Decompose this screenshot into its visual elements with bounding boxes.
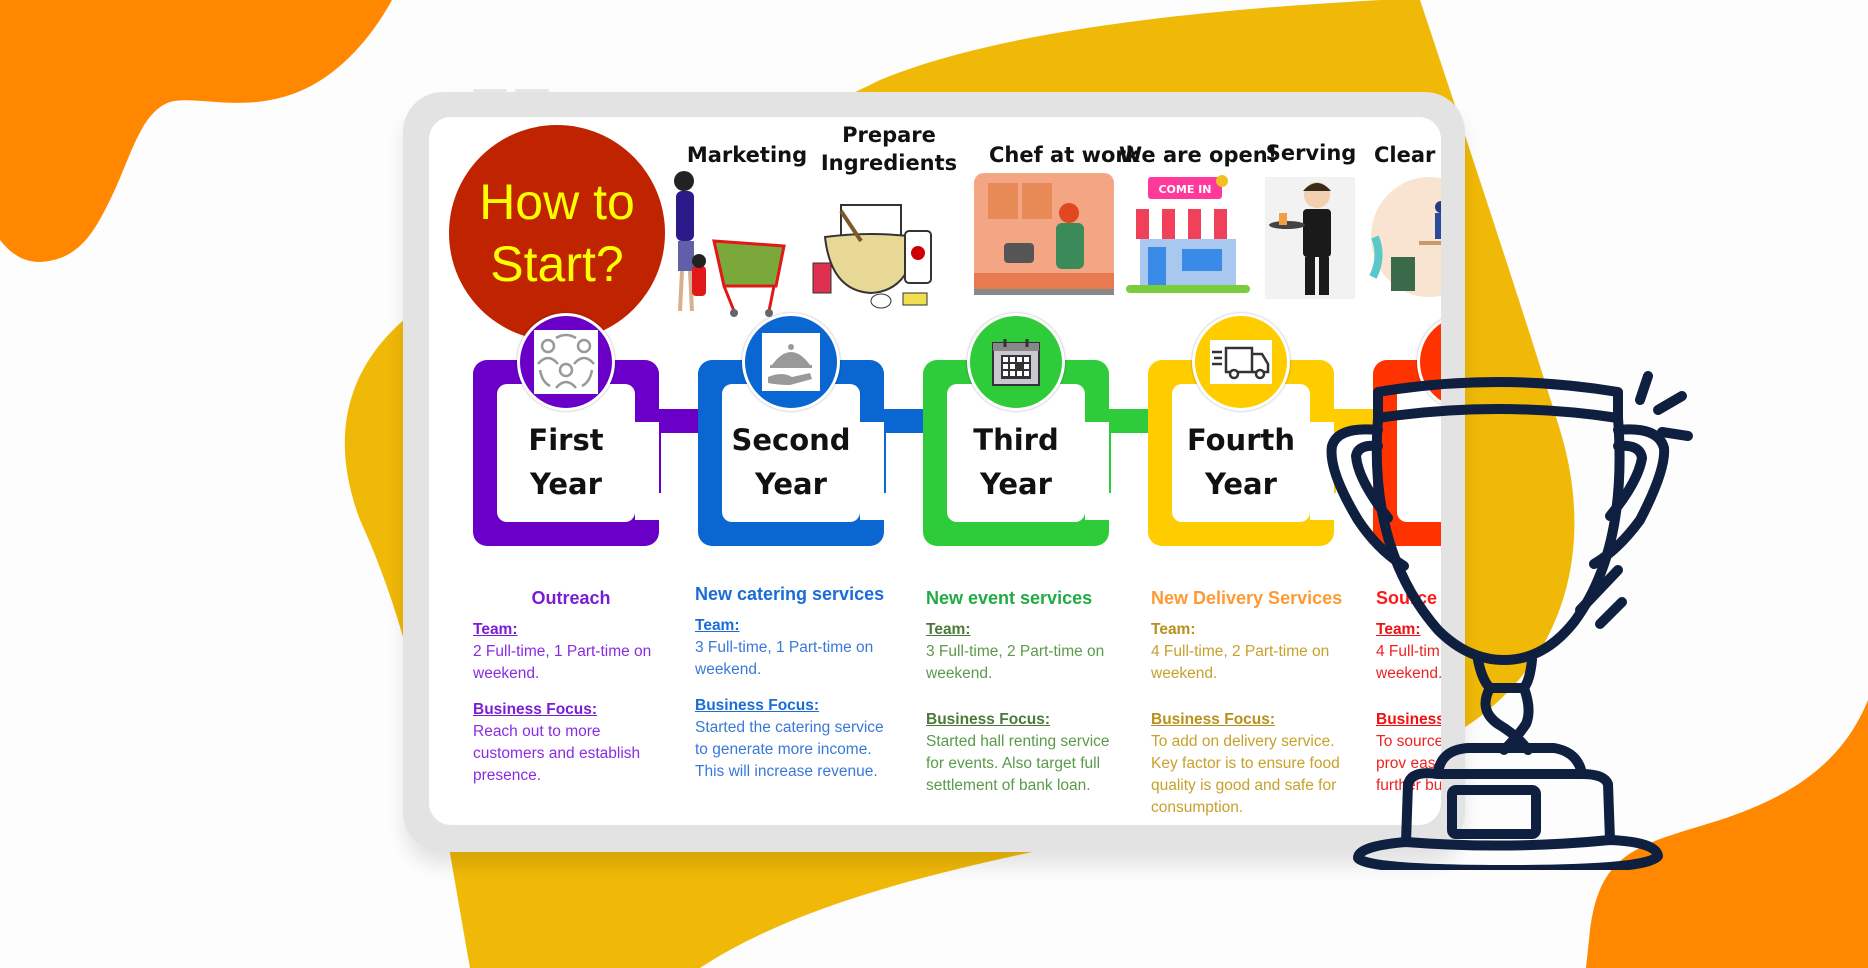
- team-meeting-icon: [517, 313, 615, 411]
- team-text: 2 Full-time, 1 Part-time on weekend.: [473, 643, 652, 682]
- tablet-screen: How to Start? Marketing Prepare Ingredie…: [429, 117, 1441, 825]
- year-details-third: New event services Team: 3 Full-time, 2 …: [926, 587, 1126, 811]
- orange-blob-top-left: [0, 0, 392, 262]
- year-heading: New catering services: [695, 584, 885, 604]
- year-title: First Year: [528, 423, 604, 501]
- team-text: 3 Full-time, 1 Part-time on weekend.: [695, 639, 874, 678]
- delivery-truck-icon: [1192, 313, 1290, 411]
- focus-text: Reach out to more customers and establis…: [473, 723, 641, 784]
- year-details-second: New catering services Team: 3 Full-time,…: [695, 583, 895, 797]
- tablet-frame: How to Start? Marketing Prepare Ingredie…: [403, 89, 1465, 852]
- team-text: 3 Full-time, 2 Part-time on weekend.: [926, 643, 1105, 682]
- serving-cloche-icon: [742, 313, 840, 411]
- year-title: Second Year: [731, 423, 851, 501]
- focus-text: Started the catering service to generate…: [695, 719, 884, 780]
- calendar-icon: [967, 313, 1065, 411]
- trophy-outline-icon: [1326, 371, 1693, 870]
- year-title: Fourth Year: [1186, 423, 1295, 501]
- tablet-button: [473, 89, 507, 92]
- team-label: Team:: [926, 621, 971, 638]
- year-heading: New event services: [926, 588, 1093, 608]
- focus-label: Business Focus:: [695, 697, 820, 714]
- year-heading: Outreach: [531, 588, 611, 608]
- year-details-first: Outreach Team: 2 Full-time, 1 Part-time …: [473, 587, 673, 801]
- focus-label: Business Focus:: [473, 701, 598, 718]
- team-label: Team:: [473, 621, 518, 638]
- team-label: Team:: [695, 617, 740, 634]
- focus-text: Started hall renting service for events.…: [926, 733, 1110, 794]
- tablet-button: [515, 89, 549, 92]
- year-title: Third Year: [973, 423, 1059, 501]
- focus-label: Business Focus:: [926, 711, 1051, 728]
